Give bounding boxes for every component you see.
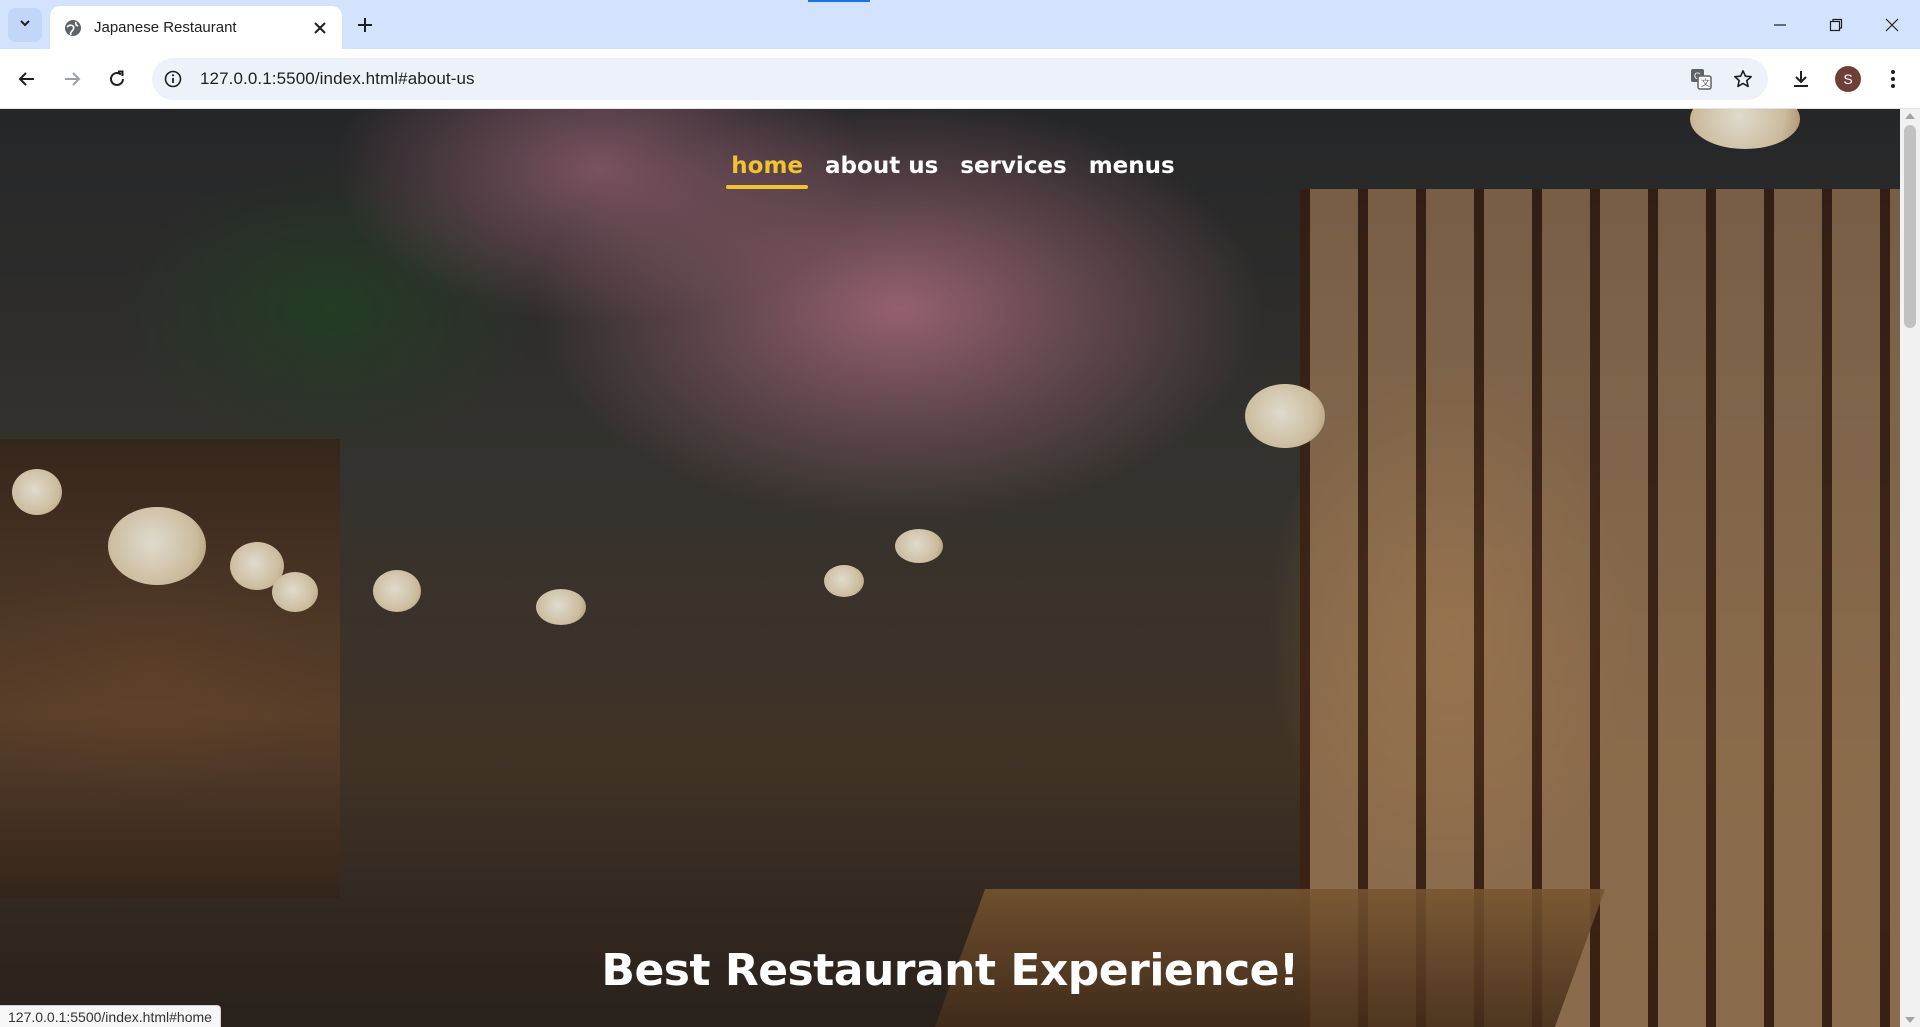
close-icon [314, 21, 326, 34]
download-icon [1794, 71, 1808, 87]
browser-tab[interactable]: Japanese Restaurant [50, 6, 342, 49]
minimize-button[interactable] [1752, 0, 1808, 49]
downloads-button[interactable] [1784, 62, 1818, 96]
chevron-down-icon [18, 16, 32, 35]
close-window-button[interactable] [1864, 0, 1920, 49]
nav-link-about-us[interactable]: about us [820, 153, 943, 183]
address-bar[interactable]: 127.0.0.1:5500/index.html#about-us G文 [152, 58, 1768, 100]
close-tab-button[interactable] [308, 16, 332, 40]
page-viewport: home about us services menus Best Restau… [0, 109, 1900, 1027]
star-icon [1734, 70, 1752, 88]
scroll-up-arrow[interactable] [1905, 113, 1915, 119]
window-controls [1752, 0, 1920, 49]
site-navigation: home about us services menus [0, 153, 1900, 189]
url-text[interactable]: 127.0.0.1:5500/index.html#about-us [200, 69, 1684, 89]
tab-title: Japanese Restaurant [94, 19, 237, 36]
tab-search-button[interactable] [8, 8, 42, 42]
link-status-bubble: 127.0.0.1:5500/index.html#home [0, 1005, 221, 1027]
nav-link-home[interactable]: home [726, 153, 808, 189]
bookmark-button[interactable] [1726, 62, 1760, 96]
menu-button[interactable] [1876, 62, 1910, 96]
hero-overlay [0, 109, 1900, 1027]
new-tab-button[interactable] [350, 10, 380, 40]
nav-link-services[interactable]: services [955, 153, 1071, 183]
tab-strip: Japanese Restaurant [0, 0, 1920, 49]
forward-button[interactable] [55, 62, 89, 96]
reload-icon [110, 70, 124, 86]
hero-background-image [0, 109, 1900, 1027]
profile-avatar[interactable]: S [1835, 66, 1861, 92]
scroll-down-arrow[interactable] [1905, 1017, 1915, 1023]
globe-icon [64, 19, 82, 37]
hero-heading: Best Restaurant Experience! [601, 945, 1299, 996]
translate-button[interactable]: G文 [1684, 62, 1718, 96]
svg-text:文: 文 [1701, 77, 1710, 88]
reload-button[interactable] [100, 62, 134, 96]
restore-button[interactable] [1808, 0, 1864, 49]
info-icon [164, 70, 182, 88]
site-info-button[interactable] [156, 62, 190, 96]
arrow-left-icon [18, 72, 34, 86]
minimize-icon [1774, 23, 1786, 26]
nav-link-menus[interactable]: menus [1084, 153, 1180, 183]
kebab-menu-icon [1891, 70, 1895, 88]
tab-indicator [808, 0, 870, 2]
arrow-right-icon [65, 72, 81, 86]
translate-icon: G文 [1691, 69, 1712, 90]
restore-icon [1829, 18, 1843, 31]
browser-toolbar: 127.0.0.1:5500/index.html#about-us G文 S [0, 49, 1920, 109]
page-scrollbar[interactable] [1900, 109, 1920, 1027]
plus-icon [358, 18, 372, 32]
back-button[interactable] [10, 62, 44, 96]
scrollbar-thumb[interactable] [1904, 125, 1916, 328]
close-icon [1885, 18, 1899, 31]
